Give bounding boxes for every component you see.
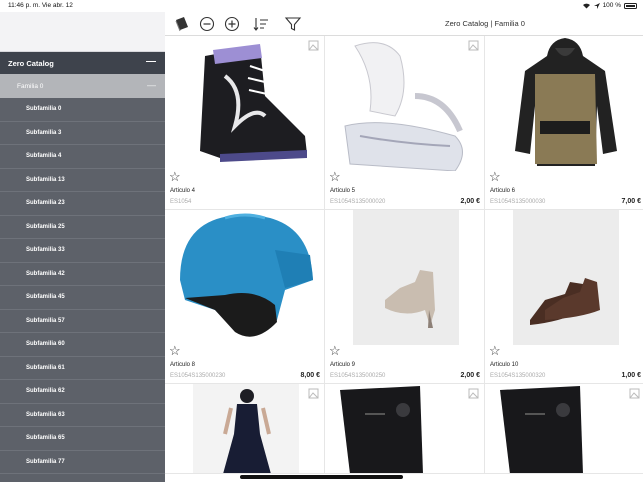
product-price: 7,00 €	[621, 198, 641, 205]
sidebar: Zero Catalog — Familia 0 — Subfamilia 0 …	[0, 12, 165, 482]
wifi-icon	[582, 3, 590, 9]
product-ref: ES1054S135000030	[490, 199, 546, 205]
favorite-star-icon[interactable]: ☆	[329, 344, 341, 357]
home-indicator[interactable]	[240, 475, 403, 479]
sidebar-item[interactable]: Subfamilia 42	[0, 263, 165, 286]
sidebar-item[interactable]: Subfamilia 3	[0, 122, 165, 145]
product-ref: ES1054S135000320	[490, 373, 546, 379]
product-image-desert-boots	[513, 210, 619, 345]
filter-icon[interactable]	[284, 15, 302, 33]
product-grid: ☆ Articulo 4 ES1054 ☆ Articulo 5 ES1054S…	[165, 36, 643, 474]
product-card[interactable]: ☆ Articulo 4 ES1054	[165, 36, 325, 210]
product-price: 8,00 €	[300, 372, 320, 379]
product-ref: ES1054S135000020	[330, 199, 386, 205]
favorite-star-icon[interactable]: ☆	[169, 344, 181, 357]
sidebar-item[interactable]: Subfamilia 63	[0, 404, 165, 427]
sidebar-top-area	[0, 12, 165, 52]
product-image-snowboard-binding	[344, 42, 463, 171]
product-name: Articulo 10	[490, 362, 519, 368]
product-image-anorak-jacket	[515, 38, 617, 166]
product-ref: ES1054S135000250	[330, 373, 386, 379]
status-time: 11:46 p. m. Vie abr. 12	[8, 2, 73, 9]
product-card[interactable]	[485, 384, 643, 474]
status-bar: 11:46 p. m. Vie abr. 12 100 %	[0, 0, 643, 12]
catalog-label: Zero Catalog	[8, 58, 54, 68]
collapse-icon[interactable]: —	[146, 56, 156, 67]
sidebar-item[interactable]: Subfamilia 0	[0, 98, 165, 122]
product-name: Articulo 5	[330, 188, 356, 194]
favorite-star-icon[interactable]: ☆	[169, 170, 181, 183]
toolbar: Zero Catalog | Familia 0	[165, 12, 643, 36]
product-ref: ES1054S135000230	[170, 373, 226, 379]
no-image-icon	[629, 388, 640, 399]
sidebar-item[interactable]: Subfamilia 4	[0, 145, 165, 169]
sidebar-item[interactable]: Subfamilia 23	[0, 192, 165, 216]
product-card[interactable]: ☆ Articulo 6 ES1054S135000030 7,00 €	[485, 36, 643, 210]
sidebar-item[interactable]: Subfamilia 45	[0, 286, 165, 310]
no-image-icon	[468, 40, 479, 51]
product-card[interactable]: ☆ Articulo 5 ES1054S135000020 2,00 €	[325, 36, 485, 210]
battery-icon	[624, 2, 637, 9]
product-card[interactable]: ☆ Articulo 8 ES1054S135000230 8,00 €	[165, 210, 325, 384]
product-card[interactable]: ☆ Articulo 9 ES1054S135000250 2,00 €	[325, 210, 485, 384]
catalog-book-icon[interactable]	[173, 15, 191, 33]
no-image-icon	[468, 388, 479, 399]
sidebar-item[interactable]: Subfamilia 61	[0, 357, 165, 380]
battery-percent: 100 %	[602, 2, 621, 9]
no-image-icon	[308, 40, 319, 51]
product-price: 2,00 €	[460, 198, 480, 205]
product-name: Articulo 6	[490, 188, 516, 194]
sidebar-item[interactable]: Subfamilia 13	[0, 169, 165, 192]
product-card[interactable]	[165, 384, 325, 474]
no-image-icon	[308, 388, 319, 399]
location-icon	[593, 2, 600, 9]
product-image-black-boot	[340, 386, 423, 473]
page-title: Zero Catalog | Familia 0	[445, 19, 525, 28]
product-image-ski-helmet	[180, 213, 313, 337]
sidebar-catalog-header[interactable]: Zero Catalog —	[0, 52, 165, 74]
product-name: Articulo 9	[330, 362, 356, 368]
product-image-black-dress	[193, 384, 299, 473]
product-price: 1,00 €	[621, 372, 641, 379]
product-card[interactable]: ☆ Articulo 10 ES1054S135000320 1,00 €	[485, 210, 643, 384]
sort-icon[interactable]	[252, 15, 270, 33]
zoom-out-icon[interactable]	[198, 15, 216, 33]
product-image-black-boot	[500, 386, 583, 473]
sidebar-item[interactable]: Subfamilia 33	[0, 239, 165, 263]
sidebar-family-item[interactable]: Familia 0 —	[0, 74, 165, 98]
product-ref: ES1054	[170, 199, 192, 205]
collapse-icon[interactable]: —	[147, 80, 156, 90]
product-name: Articulo 4	[170, 188, 196, 194]
product-card[interactable]	[325, 384, 485, 474]
product-name: Articulo 8	[170, 362, 196, 368]
sidebar-item[interactable]: Subfamilia 65	[0, 427, 165, 451]
favorite-star-icon[interactable]: ☆	[489, 344, 501, 357]
favorite-star-icon[interactable]: ☆	[489, 170, 501, 183]
sidebar-item[interactable]: Subfamilia 60	[0, 333, 165, 357]
family-label: Familia 0	[17, 82, 44, 90]
product-image-snowboard-boot	[200, 44, 307, 162]
sidebar-item[interactable]: Subfamilia 25	[0, 216, 165, 239]
sidebar-item[interactable]: Subfamilia 62	[0, 380, 165, 404]
product-price: 2,00 €	[460, 372, 480, 379]
sidebar-item[interactable]: Subfamilia 57	[0, 310, 165, 333]
product-image-heel-bootie	[353, 210, 459, 345]
zoom-in-icon[interactable]	[223, 15, 241, 33]
favorite-star-icon[interactable]: ☆	[329, 170, 341, 183]
sidebar-item[interactable]: Subfamilia 77	[0, 451, 165, 474]
